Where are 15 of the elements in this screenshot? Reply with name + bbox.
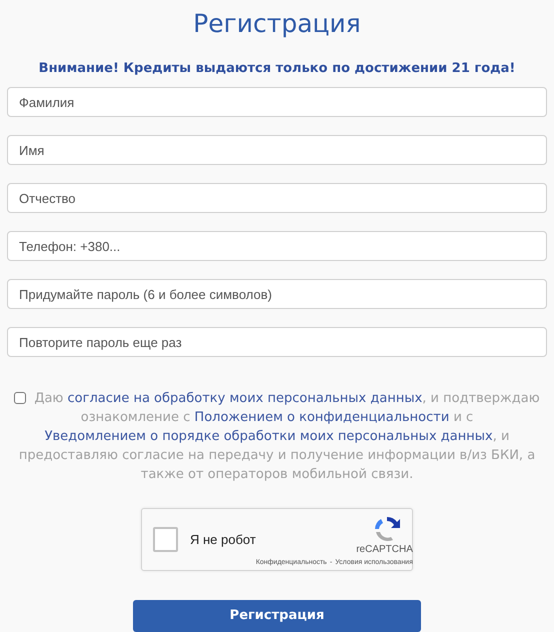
consent-link[interactable]: Уведомлением о порядке обработки моих персональных данных [44, 429, 493, 444]
page-title: Регистрация [193, 8, 361, 40]
input-field[interactable]: Имя [7, 135, 547, 165]
captcha-label: Я не робот [190, 530, 256, 549]
age-warning: Внимание! Кредиты выдаются только по достижении 21 года! [38, 60, 516, 78]
input-field[interactable]: Фамилия [7, 87, 547, 117]
consent-text: Даю согласие на обработку моих персональных данных, и подтверждаю ознакомление с Положением о конфиденциальности и с Уведомлением о порядке обработки моих персональных данных, и предоставляю согласие на передачу и получение информации в/из БКИ, а также от операторов мобильной связи. [0, 389, 554, 484]
consent-link[interactable]: согласие на обработку моих персональных данных [68, 391, 422, 406]
input-field[interactable]: Повторите пароль еще раз [7, 327, 547, 357]
input-field[interactable]: Придумайте пароль (6 и более символов) [7, 279, 547, 309]
input-field[interactable]: Отчество [7, 183, 547, 213]
register-button[interactable]: Регистрация [133, 600, 421, 632]
consent-link[interactable]: Положением о конфиденциальности [194, 410, 450, 425]
recaptcha-brand: reCAPTCHA [356, 544, 413, 556]
input-field[interactable]: Телефон: +380... [7, 231, 547, 261]
